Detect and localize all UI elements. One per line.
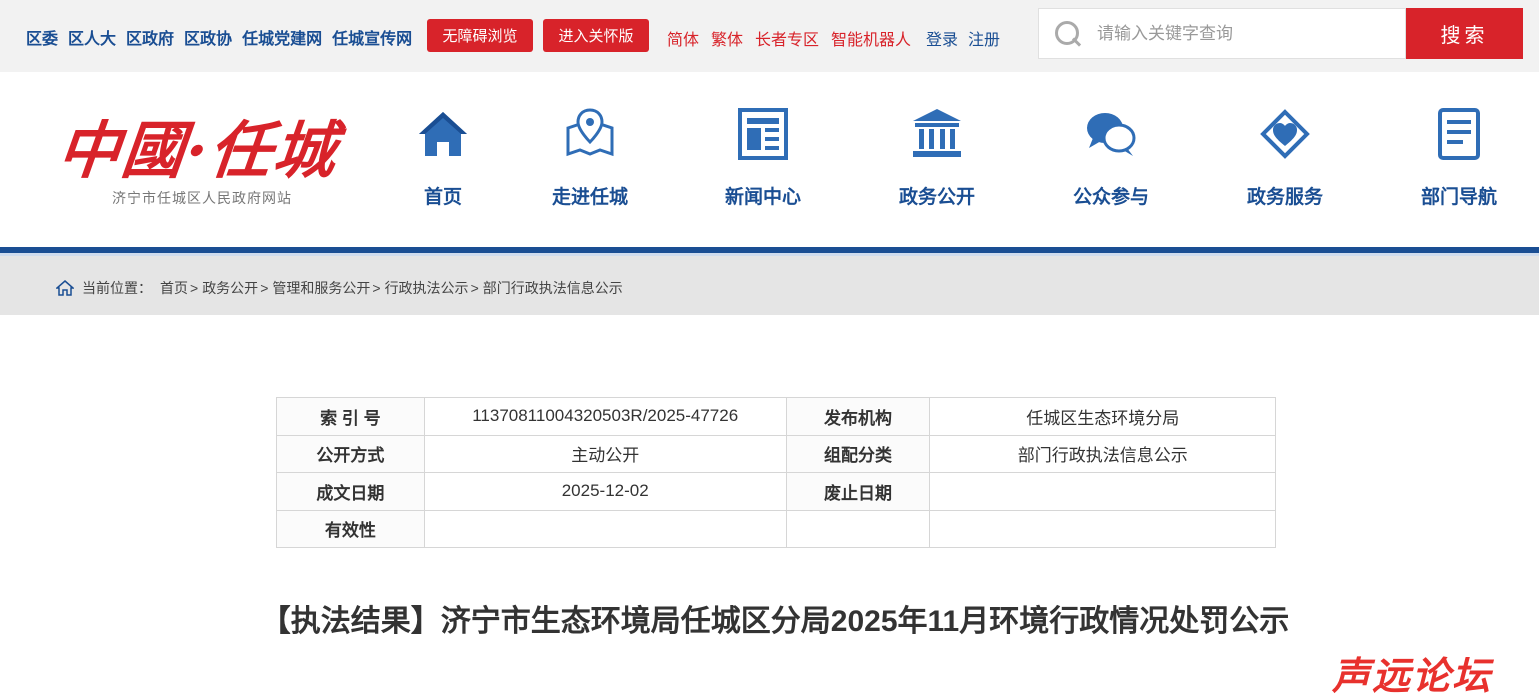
newspaper-icon bbox=[738, 108, 788, 160]
account-links: 登录 注册 bbox=[926, 26, 1000, 50]
empty-cell bbox=[785, 509, 931, 548]
nav-label: 部门导航 bbox=[1420, 187, 1497, 208]
table-row: 成文日期 2025-12-02 废止日期 bbox=[276, 472, 1276, 511]
register-link[interactable]: 注册 bbox=[968, 26, 1000, 50]
category-value: 部门行政执法信息公示 bbox=[929, 434, 1276, 473]
top-link-publicity[interactable]: 任城宣传网 bbox=[332, 25, 412, 49]
search-icon bbox=[1053, 19, 1083, 49]
nav-news-center[interactable]: 新闻中心 bbox=[703, 106, 823, 209]
nav-government-affairs-open[interactable]: 政务公开 bbox=[877, 106, 997, 209]
display-options: 简体 繁体 长者专区 智能机器人 bbox=[667, 26, 911, 50]
nav-department-navigation[interactable]: 部门导航 bbox=[1399, 106, 1519, 209]
table-row: 有效性 bbox=[276, 509, 1276, 548]
heart-diamond-icon bbox=[1260, 109, 1310, 159]
simplified-chinese-link[interactable]: 简体 bbox=[667, 26, 699, 50]
article-title: 【执法结果】济宁市生态环境局任城区分局2025年11月环境行政情况处罚公示 bbox=[260, 605, 1290, 638]
elder-zone-link[interactable]: 长者专区 bbox=[755, 26, 819, 50]
index-number-value: 11370811004320503R/2025-47726 bbox=[423, 397, 787, 436]
site-header: 中國·任城 济宁市任城区人民政府网站 首页 走进任城 新闻中心 政务公开 公众参… bbox=[0, 72, 1539, 248]
smart-robot-link[interactable]: 智能机器人 bbox=[831, 26, 911, 50]
document-list-icon bbox=[1438, 108, 1480, 160]
map-pin-icon bbox=[566, 108, 614, 157]
logo-subtitle: 济宁市任城区人民政府网站 bbox=[112, 190, 292, 206]
breadcrumb-item-department-enforcement[interactable]: 部门行政执法信息公示 bbox=[483, 278, 623, 298]
index-number-label: 索 引 号 bbox=[276, 397, 425, 436]
nav-label: 公众参与 bbox=[1072, 187, 1149, 208]
publisher-label: 发布机构 bbox=[785, 397, 931, 436]
breadcrumb-item-enforcement-publicity[interactable]: 行政执法公示 bbox=[385, 278, 469, 298]
document-info-table: 索 引 号 11370811004320503R/2025-47726 发布机构… bbox=[276, 397, 1276, 548]
nav-label: 新闻中心 bbox=[724, 187, 801, 208]
nav-label: 首页 bbox=[423, 187, 462, 208]
nav-home[interactable]: 首页 bbox=[383, 106, 503, 209]
top-link-district-government[interactable]: 区政府 bbox=[126, 25, 174, 49]
chat-bubbles-icon bbox=[1087, 113, 1136, 156]
top-bar: 区委 区人大 区政府 区政协 任城党建网 任城宣传网 无障碍浏览 进入关怀版 简… bbox=[0, 0, 1539, 72]
top-link-district-congress[interactable]: 区人大 bbox=[68, 25, 116, 49]
traditional-chinese-link[interactable]: 繁体 bbox=[711, 26, 743, 50]
login-link[interactable]: 登录 bbox=[926, 26, 958, 50]
breadcrumb-bar: 当前位置： 首页 > 政务公开 > 管理和服务公开 > 行政执法公示 > 部门行政执法信… bbox=[0, 256, 1539, 315]
validity-value bbox=[423, 509, 787, 548]
table-row: 索 引 号 11370811004320503R/2025-47726 发布机构… bbox=[276, 397, 1276, 436]
top-link-party-building[interactable]: 任城党建网 bbox=[242, 25, 322, 49]
top-link-district-committee[interactable]: 区委 bbox=[26, 25, 58, 49]
validity-label: 有效性 bbox=[276, 509, 425, 548]
disclosure-method-value: 主动公开 bbox=[423, 434, 787, 473]
expiry-date-value bbox=[929, 472, 1276, 511]
written-date-label: 成文日期 bbox=[276, 472, 425, 511]
nav-label: 政务服务 bbox=[1246, 187, 1323, 208]
care-mode-button[interactable]: 进入关怀版 bbox=[543, 19, 649, 52]
home-icon bbox=[419, 112, 467, 156]
logo-title: 中國·任城 bbox=[54, 114, 342, 187]
search-button[interactable]: 搜索 bbox=[1406, 8, 1523, 59]
breadcrumb-item-home[interactable]: 首页 bbox=[160, 278, 188, 298]
breadcrumb-item-management-services[interactable]: 管理和服务公开 bbox=[272, 278, 370, 298]
home-icon bbox=[56, 280, 74, 296]
site-logo[interactable]: 中國·任城 济宁市任城区人民政府网站 bbox=[54, 114, 388, 216]
publisher-value: 任城区生态环境分局 bbox=[929, 397, 1276, 436]
breadcrumb-prefix: 当前位置： bbox=[82, 280, 152, 296]
written-date-value: 2025-12-02 bbox=[423, 472, 787, 511]
expiry-date-label: 废止日期 bbox=[785, 472, 931, 511]
nav-public-participation[interactable]: 公众参与 bbox=[1051, 106, 1171, 209]
accessible-browse-button[interactable]: 无障碍浏览 bbox=[427, 19, 533, 52]
nav-label: 政务公开 bbox=[898, 187, 975, 208]
top-links: 区委 区人大 区政府 区政协 任城党建网 任城宣传网 bbox=[26, 25, 412, 49]
search-box bbox=[1038, 8, 1406, 59]
nav-label: 走进任城 bbox=[551, 187, 628, 208]
table-row: 公开方式 主动公开 组配分类 部门行政执法信息公示 bbox=[276, 434, 1276, 473]
nav-government-services[interactable]: 政务服务 bbox=[1225, 106, 1345, 209]
top-link-district-cppcc[interactable]: 区政协 bbox=[184, 25, 232, 49]
breadcrumb-item-government-open[interactable]: 政务公开 bbox=[202, 278, 258, 298]
category-label: 组配分类 bbox=[785, 434, 931, 473]
search-input[interactable] bbox=[1097, 23, 1387, 44]
nav-about-rencheng[interactable]: 走进任城 bbox=[530, 106, 650, 209]
breadcrumb: 当前位置： 首页 > 政务公开 > 管理和服务公开 > 行政执法公示 > 部门行政执法信… bbox=[56, 278, 623, 298]
forum-watermark: 声远论坛 bbox=[1332, 656, 1493, 698]
disclosure-method-label: 公开方式 bbox=[276, 434, 425, 473]
empty-cell bbox=[929, 509, 1276, 548]
government-building-icon bbox=[913, 109, 961, 157]
